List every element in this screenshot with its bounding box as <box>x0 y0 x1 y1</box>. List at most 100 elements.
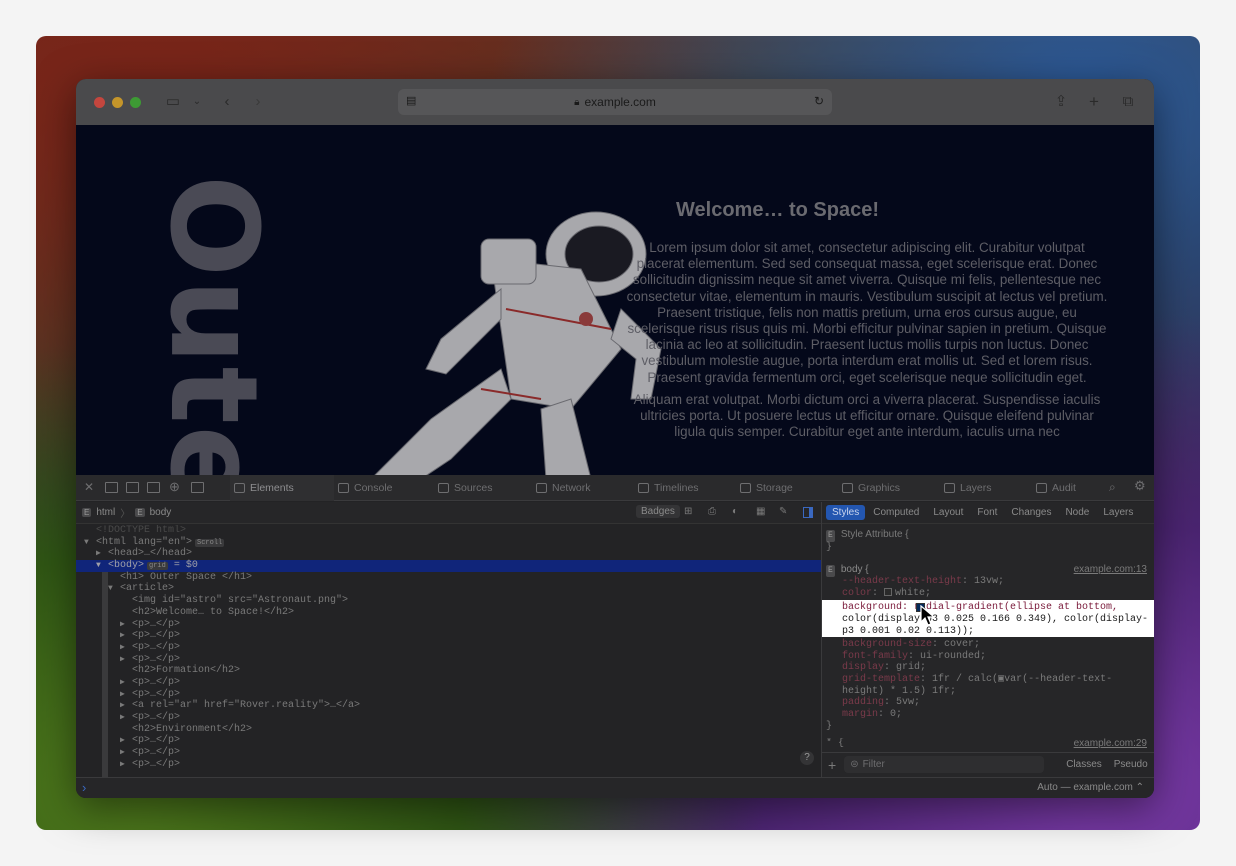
tab-console[interactable]: Console <box>334 475 424 501</box>
dock-bottom-icon[interactable] <box>105 482 118 493</box>
disclosure-triangle-icon[interactable]: ▶ <box>120 619 132 631</box>
dom-node[interactable]: ▶ <p>…</p> <box>76 735 821 747</box>
sidebar-toggle-icon[interactable] <box>803 507 813 518</box>
reader-icon[interactable]: ▤ <box>406 94 416 107</box>
help-button[interactable]: ? <box>800 751 814 765</box>
disclosure-triangle-icon[interactable]: ▶ <box>120 642 132 654</box>
disclosure-triangle-icon[interactable]: ▶ <box>120 700 132 712</box>
dom-node[interactable]: ▶ <a rel="ar" href="Rover.reality">…</a> <box>76 700 821 712</box>
dom-node[interactable]: ▶ <p>…</p> <box>76 747 821 759</box>
dom-node[interactable]: ▼ <html lang="en"> Scroll <box>76 537 821 549</box>
css-declaration[interactable]: margin: 0; <box>842 709 1112 721</box>
minimize-button[interactable] <box>112 97 123 108</box>
tab-elements[interactable]: Elements <box>230 475 334 501</box>
disclosure-triangle-icon[interactable]: ▶ <box>120 712 132 724</box>
sidebar-toggle-icon[interactable]: ▭ <box>162 92 184 112</box>
target-icon[interactable]: ⊕ <box>169 480 180 494</box>
sidebar-tab-styles[interactable]: Styles <box>826 505 866 520</box>
console-context-selector[interactable]: Auto — example.com ⌃ <box>1037 782 1144 793</box>
classes-button[interactable]: Classes <box>1066 759 1102 770</box>
tab-storage[interactable]: Storage <box>736 475 836 501</box>
zoom-button[interactable] <box>130 97 141 108</box>
console-prompt[interactable]: › <box>82 780 86 795</box>
badges-button[interactable]: Badges <box>636 505 680 518</box>
dom-node[interactable]: <h2>Welcome… to Space!</h2> <box>76 607 821 619</box>
disclosure-triangle-icon[interactable]: ▼ <box>108 583 120 595</box>
add-rule-icon[interactable]: + <box>828 757 836 773</box>
tab-sources[interactable]: Sources <box>434 475 534 501</box>
grid-overlay-icon[interactable]: ⊞ <box>684 506 692 517</box>
dock-side-icon[interactable] <box>126 482 139 493</box>
disclosure-triangle-icon[interactable]: ▶ <box>120 735 132 747</box>
tab-audit[interactable]: Audit <box>1032 475 1112 501</box>
next-selector[interactable]: * { <box>826 738 844 749</box>
dom-node[interactable]: <h2>Formation</h2> <box>76 665 821 677</box>
dom-node[interactable]: ▶ <p>…</p> <box>76 654 821 666</box>
layout-icon[interactable]: ▦ <box>756 506 765 517</box>
back-icon[interactable]: ‹ <box>216 92 238 112</box>
css-declaration[interactable]: font-family: ui-rounded; <box>842 651 1112 663</box>
pencil-icon[interactable]: ✎ <box>779 506 787 517</box>
dom-node[interactable]: ▶ <p>…</p> <box>76 642 821 654</box>
css-declaration[interactable]: background-size: cover; <box>842 639 1112 651</box>
tab-layers[interactable]: Layers <box>940 475 1030 501</box>
color-swatch[interactable] <box>884 588 893 597</box>
dom-node-selected[interactable]: ▼ <body> grid = $0 <box>76 560 821 572</box>
breadcrumb-item[interactable]: html <box>96 507 115 518</box>
dom-node[interactable]: ▶ <p>…</p> <box>76 689 821 701</box>
new-tab-icon[interactable]: + <box>1083 92 1105 112</box>
sidebar-tab-layers[interactable]: Layers <box>1097 505 1139 520</box>
filter-field[interactable]: ⊜ Filter <box>844 756 1045 773</box>
body-selector[interactable]: body { <box>841 564 869 575</box>
dom-node[interactable]: <h1> Outer Space </h1> <box>76 572 821 584</box>
css-declaration[interactable]: --header-text-height: 13vw; <box>842 576 1004 588</box>
close-button[interactable] <box>94 97 105 108</box>
disclosure-triangle-icon[interactable]: ▶ <box>120 677 132 689</box>
dom-node[interactable]: ▼ <article> <box>76 583 821 595</box>
dom-node[interactable]: ▶ <p>…</p> <box>76 630 821 642</box>
print-icon[interactable]: ⎙ <box>708 506 716 517</box>
tab-overview-icon[interactable]: ⧉ <box>1117 92 1139 112</box>
pseudo-button[interactable]: Pseudo <box>1114 759 1148 770</box>
appearance-icon[interactable]: ◐ <box>732 506 738 517</box>
tab-graphics[interactable]: Graphics <box>838 475 940 501</box>
disclosure-triangle-icon[interactable]: ▶ <box>120 747 132 759</box>
css-declaration[interactable]: grid-template: 1fr / calc(▣var(--header-… <box>842 674 1112 686</box>
reload-icon[interactable]: ↻ <box>814 94 824 108</box>
next-rule-source[interactable]: example.com:29 <box>1074 738 1147 750</box>
dom-badge[interactable]: grid <box>147 562 168 571</box>
disclosure-triangle-icon[interactable]: ▼ <box>84 537 96 549</box>
close-inspector-icon[interactable]: ✕ <box>84 481 94 493</box>
dom-node[interactable]: ▶ <p>…</p> <box>76 759 821 771</box>
breadcrumb-item[interactable]: body <box>150 507 172 518</box>
tab-timelines[interactable]: Timelines <box>634 475 736 501</box>
sidebar-tab-computed[interactable]: Computed <box>867 505 925 520</box>
forward-icon[interactable]: › <box>247 92 269 112</box>
address-bar[interactable]: ▤ 🔒︎ example.com ↻ <box>398 89 832 115</box>
dom-node[interactable]: ▶ <head>…</head> <box>76 548 821 560</box>
highlighted-declaration[interactable]: background: radial-gradient(ellipse at b… <box>822 600 1154 637</box>
dom-node[interactable]: ▶ <p>…</p> <box>76 677 821 689</box>
sidebar-tab-changes[interactable]: Changes <box>1005 505 1057 520</box>
chevron-down-icon[interactable]: ⌄ <box>186 92 208 112</box>
dom-badge[interactable]: Scroll <box>195 538 225 547</box>
disclosure-triangle-icon[interactable]: ▶ <box>120 654 132 666</box>
body-rule-source[interactable]: example.com:13 <box>1074 564 1147 576</box>
disclosure-triangle-icon[interactable]: ▶ <box>120 759 132 771</box>
dom-node[interactable]: <!DOCTYPE html> <box>76 525 821 537</box>
disclosure-triangle-icon[interactable]: ▶ <box>96 548 108 560</box>
dom-node[interactable]: ▶ <p>…</p> <box>76 619 821 631</box>
sidebar-tab-layout[interactable]: Layout <box>927 505 969 520</box>
css-declaration[interactable]: padding: 5vw; <box>842 697 1112 709</box>
disclosure-triangle-icon[interactable]: ▶ <box>120 689 132 701</box>
dom-node[interactable]: <img id="astro" src="Astronaut.png"> <box>76 595 821 607</box>
device-icon[interactable] <box>191 482 204 493</box>
sidebar-tab-node[interactable]: Node <box>1059 505 1095 520</box>
share-icon[interactable]: ⇪ <box>1050 92 1072 112</box>
css-declaration[interactable]: height) * 1.5) 1fr; <box>842 686 1112 698</box>
disclosure-triangle-icon[interactable]: ▼ <box>96 560 108 572</box>
gear-icon[interactable]: ⚙ <box>1134 479 1146 493</box>
search-icon[interactable]: ⌕ <box>1109 480 1116 494</box>
disclosure-triangle-icon[interactable]: ▶ <box>120 630 132 642</box>
dom-node[interactable]: <h2>Environment</h2> <box>76 724 821 736</box>
